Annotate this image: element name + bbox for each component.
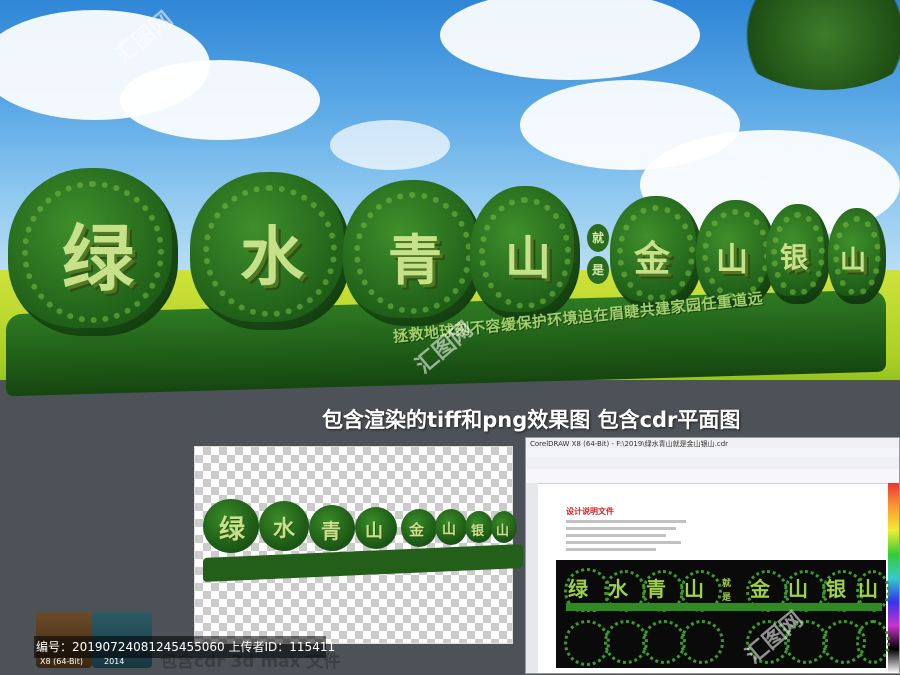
cdr-doc-heading: 设计说明文件	[566, 507, 614, 516]
preview-glyph: 绿	[219, 515, 246, 545]
sign-glyph: 山	[505, 231, 551, 285]
tile-label: X8 (64-Bit)	[40, 657, 83, 666]
preview-glyph: 山	[365, 521, 383, 542]
sign-glyph: 水	[240, 221, 304, 295]
cdr-connector: 就	[722, 579, 732, 589]
cdr-glyph: 银	[826, 577, 846, 601]
cdr-glyph: 水	[608, 577, 628, 601]
preview-glyph: 银	[471, 524, 485, 539]
cdr-glyph: 金	[750, 577, 770, 601]
cdr-toolbox	[526, 483, 538, 673]
preview-glyph: 金	[409, 521, 425, 539]
cdr-propertybar	[526, 469, 899, 484]
sign-glyph: 山	[840, 246, 867, 276]
preview-glyph: 山	[496, 524, 510, 539]
sign-glyph: 青	[388, 229, 442, 292]
cdr-artboard-bottom	[556, 612, 890, 668]
cdr-connector: 是	[722, 593, 732, 603]
caption: 包含渲染的tiff和png效果图 包含cdr平面图	[322, 408, 741, 432]
cdr-glyph: 青	[646, 577, 666, 601]
sign-glyph: 山	[716, 240, 749, 278]
preview-glyph: 水	[273, 517, 296, 542]
sign-glyph: 绿	[62, 217, 135, 301]
png-preview-panel: 绿 水 青 山 金 山 银 山	[194, 446, 523, 644]
tile-label: 2014	[104, 657, 125, 666]
connector-badge: 是	[587, 256, 609, 284]
sign-glyph: 金	[634, 239, 671, 280]
sign-glyph: 银	[780, 241, 809, 274]
preview-glyph: 山	[442, 522, 456, 538]
cdr-glyph: 绿	[568, 577, 588, 601]
cdr-strip	[566, 603, 882, 611]
cdr-glyph: 山	[684, 577, 704, 601]
cdr-glyph: 山	[858, 577, 878, 601]
footer-id: 编号：20190724081245455060 上传者ID：115411	[36, 640, 336, 654]
cdr-glyph: 山	[788, 577, 808, 601]
preview-glyph: 青	[321, 519, 341, 543]
preview-base	[203, 544, 523, 582]
connector-badge: 就	[587, 224, 609, 252]
